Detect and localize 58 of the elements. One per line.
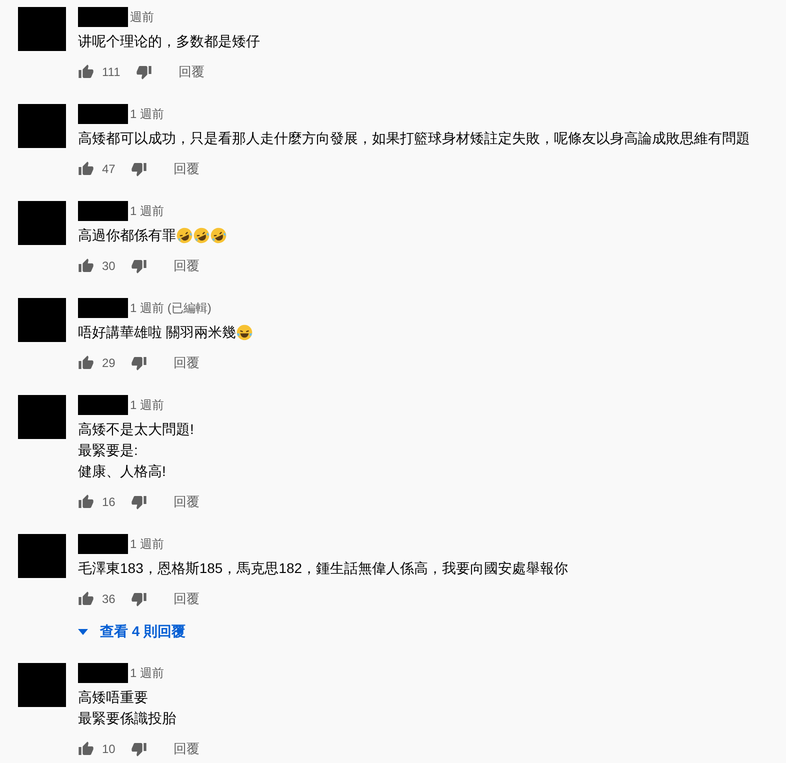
thumbs-down-icon[interactable] — [131, 741, 148, 757]
thumbs-up-icon[interactable] — [78, 355, 94, 371]
comment-time: 1 週前 — [130, 396, 164, 414]
laughing-face-icon — [236, 324, 253, 341]
like-count: 111 — [102, 65, 120, 79]
comment-text: 唔好講華雄啦 關羽兩米幾 — [78, 323, 236, 342]
like-count: 29 — [102, 356, 116, 370]
comment-time: 1 週前 — [130, 536, 164, 552]
thumbs-up-icon[interactable] — [78, 591, 94, 607]
redaction-bar — [78, 534, 128, 554]
thumbs-up-icon[interactable] — [78, 258, 94, 274]
reply-button[interactable]: 回覆 — [173, 590, 200, 608]
reply-button[interactable]: 回覆 — [173, 493, 200, 511]
thumbs-down-icon[interactable] — [131, 161, 148, 177]
thumbs-up-icon[interactable] — [78, 741, 94, 757]
thumbs-up-icon[interactable] — [78, 64, 94, 80]
like-count: 36 — [102, 592, 116, 606]
comment-time: 1 週前 — [130, 202, 164, 220]
comment-time: 週前 — [130, 8, 154, 26]
thumbs-down-icon[interactable] — [136, 64, 152, 80]
comment-text: 健康、人格高! — [78, 462, 166, 481]
reply-button[interactable]: 回覆 — [173, 160, 200, 178]
comment-text: 讲呢个理论的，多数都是矮仔 — [78, 32, 260, 51]
reply-button[interactable]: 回覆 — [173, 740, 200, 758]
comment-text: 高過你都係有罪 — [78, 226, 176, 245]
like-count: 16 — [102, 495, 116, 509]
like-count: 10 — [102, 742, 116, 756]
comment-text: 高矮唔重要 — [78, 688, 148, 707]
reply-button[interactable]: 回覆 — [173, 257, 200, 275]
comment-time: 1 週前 (已編輯) — [130, 300, 212, 316]
redaction-bar — [78, 298, 128, 318]
comment-time: 1 週前 — [130, 664, 164, 682]
comment-text: 高矮不是太大問題! — [78, 420, 194, 439]
redaction-bar — [78, 663, 128, 683]
comment-text: 最緊要是: — [78, 441, 138, 460]
redaction-bar — [78, 395, 128, 415]
redaction-bar — [78, 104, 128, 124]
laughing-face-icon — [210, 227, 227, 244]
view-replies-button[interactable]: 查看 4 則回覆 — [78, 621, 568, 643]
reply-button[interactable]: 回覆 — [173, 354, 200, 372]
reply-button[interactable]: 回覆 — [178, 63, 204, 81]
thumbs-up-icon[interactable] — [78, 161, 94, 177]
comment-text: 毛澤東183，恩格斯185，馬克思182，鍾生話無偉人係高，我要向國安處舉報你 — [78, 559, 568, 578]
thumbs-down-icon[interactable] — [131, 355, 148, 371]
like-count: 47 — [102, 162, 116, 176]
redaction-bar — [78, 201, 128, 221]
caret-icon — [78, 629, 88, 635]
thumbs-down-icon[interactable] — [131, 591, 148, 607]
laughing-face-icon — [176, 227, 193, 244]
redaction-bar — [78, 7, 128, 27]
laughing-face-icon — [193, 227, 210, 244]
thumbs-up-icon[interactable] — [78, 494, 94, 510]
comment-text: 最緊要係識投胎 — [78, 709, 176, 728]
like-count: 30 — [102, 259, 116, 273]
thumbs-down-icon[interactable] — [131, 494, 148, 510]
comment-time: 1 週前 — [130, 106, 164, 122]
thumbs-down-icon[interactable] — [131, 258, 148, 274]
comment-text: 高矮都可以成功，只是看那人走什麼方向發展，如果打籃球身材矮註定失敗，呢條友以身高論成敗思維有問題 — [78, 129, 750, 148]
